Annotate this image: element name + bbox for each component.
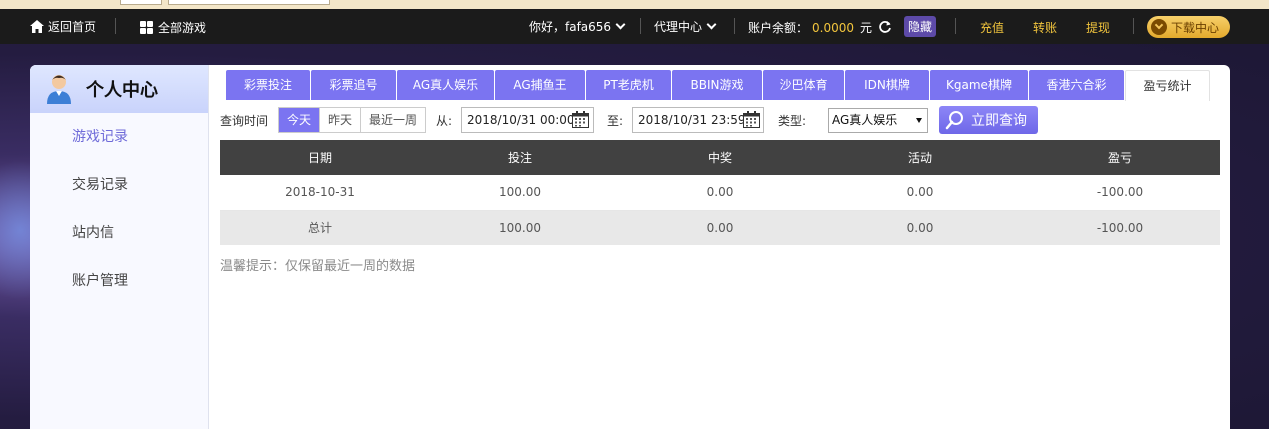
balance-label: 账户余额：	[748, 21, 809, 35]
sidebar-title: 个人中心	[30, 65, 208, 113]
top-stub-input[interactable]	[168, 0, 330, 5]
from-label: 从:	[436, 114, 453, 128]
agent-center-menu[interactable]: 代理中心	[654, 18, 717, 35]
column-header-profit-loss: 盈亏	[1020, 140, 1220, 175]
period-today-button[interactable]: 今天	[279, 108, 321, 132]
calendar-icon[interactable]	[743, 111, 760, 128]
cell-total-label: 总计	[220, 210, 420, 245]
type-label: 类型:	[778, 114, 807, 128]
cell-win: 0.00	[620, 175, 820, 211]
currency-label: 元	[860, 21, 873, 35]
home-link-label: 返回首页	[48, 20, 97, 34]
game-type-select[interactable]: AG真人娱乐	[828, 108, 928, 133]
balance-display: 账户余额： 0.0000 元	[748, 19, 872, 36]
dropdown-arrow-icon	[916, 118, 922, 123]
calendar-icon[interactable]	[572, 111, 589, 128]
divider	[955, 18, 956, 34]
game-type-value: AG真人娱乐	[832, 113, 898, 127]
tab-ag-fishing[interactable]: AG捕鱼王	[495, 70, 585, 100]
cell-total-bet: 100.00	[420, 210, 620, 245]
tab-idn-cards[interactable]: IDN棋牌	[845, 70, 929, 100]
column-header-win: 中奖	[620, 140, 820, 175]
withdraw-link[interactable]: 提现	[1086, 19, 1110, 36]
tab-saba-sports[interactable]: 沙巴体育	[763, 70, 844, 100]
table-row: 2018-10-31 100.00 0.00 0.00 -100.00	[220, 175, 1220, 211]
to-date-value: 2018/10/31 23:59	[638, 113, 746, 127]
refresh-icon[interactable]	[878, 20, 892, 34]
cell-bet: 100.00	[420, 175, 620, 211]
balance-value: 0.0000	[812, 20, 855, 35]
table-header-row: 日期 投注 中奖 活动 盈亏	[220, 140, 1220, 175]
chevron-down-icon	[706, 19, 717, 30]
query-time-label: 查询时间	[220, 114, 269, 128]
top-nav-bar: 返回首页 全部游戏 你好，fafa656 代理中心 账户余额： 0.0000 元…	[0, 9, 1269, 44]
tab-pt-slots[interactable]: PT老虎机	[586, 70, 671, 100]
personal-center-panel: 个人中心 游戏记录 交易记录 站内信 账户管理 彩票投注 彩票追号 AG真人娱乐…	[30, 65, 1230, 429]
agent-center-label: 代理中心	[654, 20, 703, 34]
search-button[interactable]: 立即查询	[939, 106, 1038, 134]
profit-loss-table: 日期 投注 中奖 活动 盈亏 2018-10-31 100.00 0.00 0.…	[220, 140, 1220, 245]
tab-profit-loss[interactable]: 盈亏统计	[1125, 70, 1210, 101]
deposit-link[interactable]: 充值	[980, 19, 1004, 36]
column-header-date: 日期	[220, 140, 420, 175]
period-yesterday-button[interactable]: 昨天	[320, 108, 362, 132]
user-icon	[47, 75, 71, 104]
tab-hk-mark-six[interactable]: 香港六合彩	[1029, 70, 1124, 100]
sidebar-title-text: 个人中心	[86, 80, 158, 101]
transfer-link[interactable]: 转账	[1033, 19, 1057, 36]
download-center-button[interactable]: 下载中心	[1147, 16, 1230, 38]
cell-total-profit-loss: -100.00	[1020, 210, 1220, 245]
tab-lottery-bets[interactable]: 彩票投注	[226, 70, 310, 100]
top-strip	[0, 0, 1269, 9]
cell-date: 2018-10-31	[220, 175, 420, 211]
tab-kgame-cards[interactable]: Kgame棋牌	[930, 70, 1028, 100]
to-label: 至:	[607, 114, 624, 128]
search-button-label: 立即查询	[971, 113, 1027, 129]
cell-total-win: 0.00	[620, 210, 820, 245]
greeting-text: 你好，fafa656	[529, 20, 612, 34]
divider	[115, 18, 116, 34]
sidebar: 个人中心 游戏记录 交易记录 站内信 账户管理	[30, 65, 209, 429]
tab-lottery-chase[interactable]: 彩票追号	[311, 70, 396, 100]
column-header-bet: 投注	[420, 140, 620, 175]
column-header-promotion: 活动	[820, 140, 1020, 175]
magnifier-icon	[945, 111, 963, 130]
cell-total-promotion: 0.00	[820, 210, 1020, 245]
grid-icon	[140, 21, 153, 34]
home-link[interactable]: 返回首页	[30, 18, 96, 35]
divider	[734, 18, 735, 34]
table-total-row: 总计 100.00 0.00 0.00 -100.00	[220, 210, 1220, 245]
retention-tip: 温馨提示：仅保留最近一周的数据	[220, 259, 416, 274]
sidebar-item-account-management[interactable]: 账户管理	[30, 257, 208, 305]
tab-ag-live[interactable]: AG真人娱乐	[397, 70, 494, 100]
all-games-link[interactable]: 全部游戏	[140, 19, 206, 36]
game-tabs: 彩票投注 彩票追号 AG真人娱乐 AG捕鱼王 PT老虎机 BBIN游戏 沙巴体育…	[226, 70, 1211, 101]
download-center-label: 下载中心	[1171, 20, 1220, 35]
cell-promotion: 0.00	[820, 175, 1020, 211]
query-bar: 查询时间 今天 昨天 最近一周 从: 2018/10/31 00:00 至: 2…	[220, 106, 1220, 134]
sidebar-item-transaction-records[interactable]: 交易记录	[30, 161, 208, 209]
from-date-value: 2018/10/31 00:00	[467, 113, 575, 127]
cell-profit-loss: -100.00	[1020, 175, 1220, 211]
period-last-week-button[interactable]: 最近一周	[361, 108, 425, 132]
sidebar-item-game-records[interactable]: 游戏记录	[30, 113, 208, 161]
chevron-down-icon	[615, 19, 626, 30]
divider	[1133, 18, 1134, 34]
home-icon	[30, 20, 44, 33]
download-icon	[1151, 19, 1167, 35]
all-games-label: 全部游戏	[158, 21, 207, 35]
hide-balance-button[interactable]: 隐藏	[904, 16, 937, 37]
tab-bbin-games[interactable]: BBIN游戏	[672, 70, 762, 100]
user-menu[interactable]: 你好，fafa656	[529, 18, 626, 35]
divider	[640, 18, 641, 34]
top-stub-button[interactable]	[120, 0, 162, 5]
sidebar-item-messages[interactable]: 站内信	[30, 209, 208, 257]
period-selector: 今天 昨天 最近一周	[278, 107, 427, 133]
